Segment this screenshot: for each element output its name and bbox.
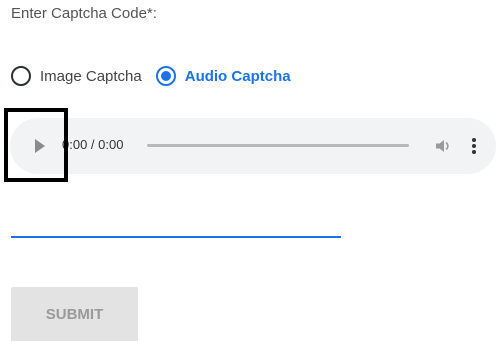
audio-player: 0:00 / 0:00 bbox=[10, 118, 496, 174]
focus-highlight bbox=[4, 108, 68, 182]
radio-image-captcha[interactable] bbox=[11, 66, 31, 86]
radio-audio-captcha[interactable] bbox=[155, 66, 176, 86]
radio-audio-captcha-label[interactable]: Audio Captcha bbox=[185, 68, 291, 85]
volume-icon[interactable] bbox=[433, 136, 453, 156]
audio-time: 0:00 / 0:00 bbox=[62, 137, 124, 152]
submit-button[interactable]: SUBMIT bbox=[11, 287, 138, 341]
captcha-type-radio-group: Image Captcha Audio Captcha bbox=[11, 63, 291, 89]
captcha-title: Enter Captcha Code*: bbox=[11, 5, 157, 22]
more-vert-icon[interactable] bbox=[469, 135, 479, 157]
radio-image-captcha-label[interactable]: Image Captcha bbox=[40, 68, 142, 85]
captcha-code-input[interactable] bbox=[11, 210, 341, 238]
audio-progress-bar[interactable] bbox=[147, 144, 409, 147]
